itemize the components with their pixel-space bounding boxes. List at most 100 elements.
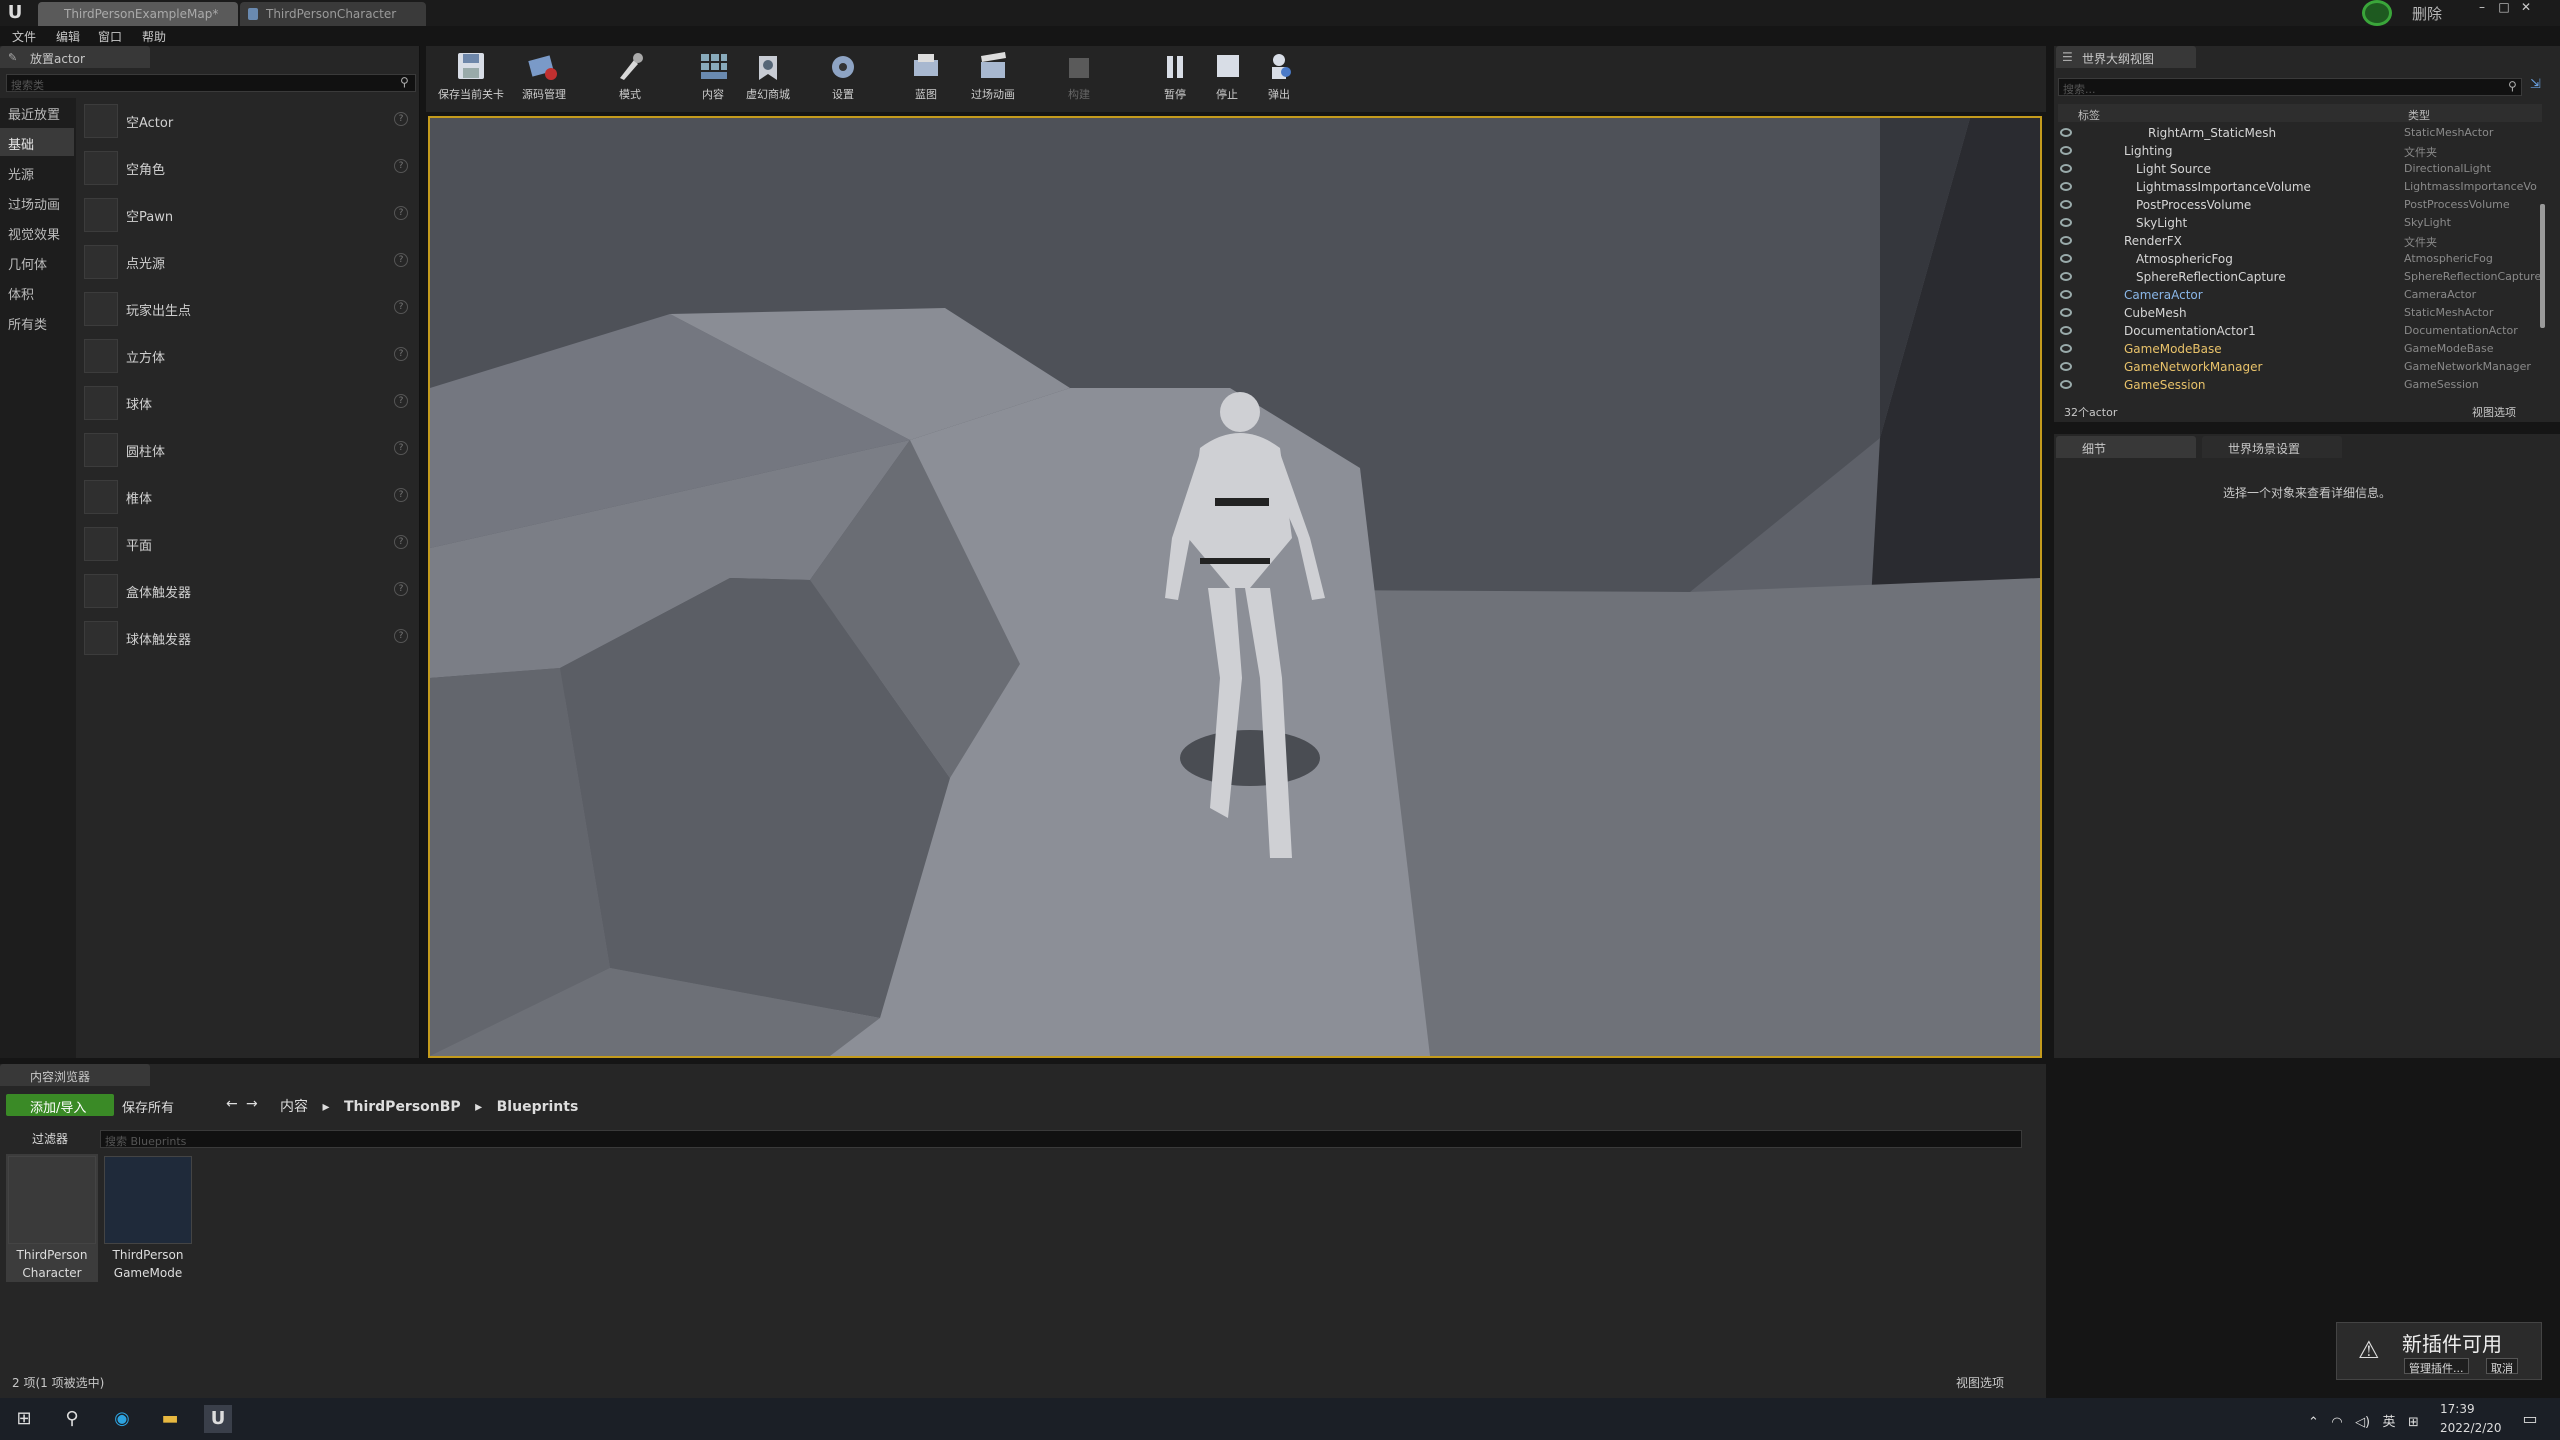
outliner-row[interactable]: LightmassImportanceVolume LightmassImport… (2058, 178, 2542, 196)
minimize-icon[interactable]: – (2474, 0, 2490, 16)
actor-item-cylinder[interactable]: 圆柱体? (80, 429, 416, 471)
maximize-icon[interactable]: □ (2496, 0, 2512, 16)
eye-icon[interactable] (2060, 200, 2072, 209)
actor-item-sphere[interactable]: 球体? (80, 382, 416, 424)
eye-icon[interactable] (2060, 128, 2072, 137)
help-icon[interactable]: ? (394, 535, 408, 549)
category-recent[interactable]: 最近放置 (0, 98, 74, 126)
clock-time[interactable]: 17:39 (2440, 1402, 2475, 1416)
tab-map[interactable]: ThirdPersonExampleMap* (38, 2, 238, 26)
column-label-header[interactable]: 标签 (2078, 107, 2100, 123)
category-all-classes[interactable]: 所有类 (0, 308, 74, 336)
actor-item-empty-pawn[interactable]: 空Pawn? (80, 194, 416, 236)
menu-file[interactable]: 文件 (12, 28, 36, 45)
windows-start-icon[interactable]: ⊞ (10, 1405, 38, 1433)
category-visual-effects[interactable]: 视觉效果 (0, 218, 74, 246)
edge-browser-icon[interactable]: ◉ (108, 1405, 136, 1433)
unreal-engine-icon[interactable]: U (204, 1405, 232, 1433)
details-tab[interactable]: 细节 (2056, 436, 2196, 458)
column-type-header[interactable]: 类型 (2408, 107, 2430, 123)
actor-item-plane[interactable]: 平面? (80, 523, 416, 565)
actor-item-point-light[interactable]: 点光源? (80, 241, 416, 283)
eye-icon[interactable] (2060, 308, 2072, 317)
eye-icon[interactable] (2060, 164, 2072, 173)
help-icon[interactable]: ? (394, 112, 408, 126)
outliner-row[interactable]: Lighting 文件夹 (2058, 142, 2542, 160)
filters-button[interactable]: 过滤器 (32, 1130, 68, 1147)
delete-label[interactable]: 删除 (2412, 3, 2442, 24)
category-volumes[interactable]: 体积 (0, 278, 74, 306)
search-icon[interactable]: ⚲ (58, 1405, 86, 1433)
asset-tile[interactable]: ThirdPerson Character (6, 1154, 98, 1282)
outliner-row[interactable]: GameSession GameSession (2058, 376, 2542, 394)
save-level-button[interactable]: 保存当前关卡 (438, 50, 504, 110)
help-icon[interactable]: ? (394, 300, 408, 314)
help-icon[interactable]: ? (394, 629, 408, 643)
help-icon[interactable]: ? (394, 582, 408, 596)
chevron-up-icon[interactable]: ⌃ (2308, 1415, 2319, 1430)
outliner-row[interactable]: GameModeBase GameModeBase (2058, 340, 2542, 358)
outliner-search-input[interactable]: 搜索... (2058, 78, 2522, 96)
close-icon[interactable]: ✕ (2518, 0, 2534, 16)
outliner-row[interactable]: Light Source DirectionalLight (2058, 160, 2542, 178)
actor-item-box-trigger[interactable]: 盒体触发器? (80, 570, 416, 612)
content-browser-tab[interactable]: 内容浏览器 (0, 1064, 150, 1086)
eye-icon[interactable] (2060, 290, 2072, 299)
eye-icon[interactable] (2060, 182, 2072, 191)
outliner-row[interactable]: GameNetworkManager GameNetworkManager (2058, 358, 2542, 376)
category-basic[interactable]: 基础 (0, 128, 74, 156)
content-search-input[interactable]: 搜索 Blueprints (100, 1130, 2022, 1148)
outliner-row[interactable]: CameraActor CameraActor (2058, 286, 2542, 304)
breadcrumb-content[interactable]: 内容 (280, 1099, 308, 1115)
outliner-row[interactable]: AtmosphericFog AtmosphericFog (2058, 250, 2542, 268)
notification-center-icon[interactable]: ▭ (2516, 1405, 2544, 1433)
clock-date[interactable]: 2022/2/20 (2440, 1421, 2502, 1435)
help-icon[interactable]: ? (394, 441, 408, 455)
actor-item-empty-actor[interactable]: 空Actor? (80, 100, 416, 142)
add-import-button[interactable]: 添加/导入 (6, 1094, 114, 1116)
breadcrumb-thirdpersonbp[interactable]: ThirdPersonBP (344, 1099, 461, 1115)
category-cinematic[interactable]: 过场动画 (0, 188, 74, 216)
help-icon[interactable]: ? (394, 394, 408, 408)
source-control-status-icon[interactable] (2362, 0, 2392, 26)
eye-icon[interactable] (2060, 218, 2072, 227)
menu-window[interactable]: 窗口 (98, 28, 122, 45)
world-settings-tab[interactable]: 世界场景设置 (2202, 436, 2342, 458)
modes-button[interactable]: 模式 (597, 50, 663, 110)
blueprints-button[interactable]: 蓝图 (893, 50, 959, 110)
menu-help[interactable]: 帮助 (142, 28, 166, 45)
help-icon[interactable]: ? (394, 159, 408, 173)
save-all-button[interactable]: 保存所有 (122, 1094, 174, 1116)
menu-edit[interactable]: 编辑 (56, 28, 80, 45)
volume-icon[interactable]: ◁) (2355, 1415, 2370, 1430)
actor-item-empty-character[interactable]: 空角色? (80, 147, 416, 189)
content-view-options[interactable]: 视图选项 (1956, 1374, 2004, 1391)
network-icon[interactable]: ◠ (2331, 1415, 2342, 1430)
build-button[interactable]: 构建 (1046, 50, 1112, 110)
breadcrumb-blueprints[interactable]: Blueprints (497, 1099, 579, 1115)
actor-item-cone[interactable]: 椎体? (80, 476, 416, 518)
outliner-row[interactable]: CubeMesh StaticMeshActor (2058, 304, 2542, 322)
file-explorer-icon[interactable]: ▬ (156, 1405, 184, 1433)
outliner-row[interactable]: SkyLight SkyLight (2058, 214, 2542, 232)
actor-item-cube[interactable]: 立方体? (80, 335, 416, 377)
ime-indicator[interactable]: 英 (2383, 1415, 2396, 1430)
help-icon[interactable]: ? (394, 253, 408, 267)
eye-icon[interactable] (2060, 344, 2072, 353)
manage-plugins-button[interactable]: 管理插件... (2404, 1358, 2469, 1375)
notification-cancel-button[interactable]: 取消 (2486, 1358, 2518, 1375)
eye-icon[interactable] (2060, 146, 2072, 155)
system-tray[interactable]: ⌃ ◠ ◁) 英 ⊞ (2308, 1411, 2419, 1430)
help-icon[interactable]: ? (394, 206, 408, 220)
place-actors-tab[interactable]: 放置actor (0, 46, 150, 68)
tab-character[interactable]: ThirdPersonCharacter (240, 2, 426, 26)
outliner-view-options[interactable]: 视图选项 (2472, 404, 2516, 420)
level-viewport[interactable] (428, 116, 2042, 1058)
eye-icon[interactable] (2060, 362, 2072, 371)
help-icon[interactable]: ? (394, 347, 408, 361)
category-lights[interactable]: 光源 (0, 158, 74, 186)
outliner-row[interactable]: PostProcessVolume PostProcessVolume (2058, 196, 2542, 214)
asset-tile[interactable]: ThirdPerson GameMode (102, 1154, 194, 1282)
place-search-input[interactable]: 搜索类 (6, 74, 416, 92)
marketplace-button[interactable]: 虚幻商城 (735, 50, 801, 110)
